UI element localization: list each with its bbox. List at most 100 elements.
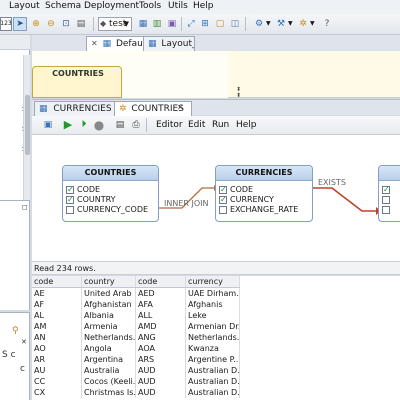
entity-partial-column[interactable] <box>379 195 400 205</box>
tab-layout[interactable]: ▦ Layout_ <box>143 36 195 52</box>
table-cell[interactable]: CX <box>32 387 82 398</box>
table-cell[interactable]: Australia <box>82 365 136 376</box>
inner-join-label[interactable]: INNER JOIN <box>164 199 208 208</box>
close-icon[interactable]: ✕ <box>21 338 27 346</box>
table-cell[interactable]: Australian D... <box>186 387 240 398</box>
entity-currencies-column[interactable]: ✓ CODE <box>216 185 312 195</box>
query-menu-help[interactable]: Help <box>236 120 257 130</box>
table-cell[interactable]: Kwanza <box>186 343 240 354</box>
table-cell[interactable]: ARS <box>136 354 186 365</box>
table-cell[interactable]: Argentine P... <box>186 354 240 365</box>
entity-currencies-column[interactable]: ✓ CURRENCY <box>216 195 312 205</box>
menu-help[interactable]: Help <box>193 1 214 11</box>
checkbox-checked-icon[interactable]: ✓ <box>382 186 390 194</box>
table-cell[interactable]: AED <box>136 288 186 299</box>
query-menu-run[interactable]: Run <box>212 120 229 130</box>
print-icon[interactable]: ⎙ <box>129 118 143 132</box>
table-row[interactable]: AU Australia AUD Australian D... <box>32 365 240 376</box>
table-cell[interactable]: AL <box>32 310 82 321</box>
zoom-fit-icon[interactable]: ⊡ <box>59 17 73 31</box>
entity-partial-column[interactable]: ✓ <box>379 185 400 195</box>
table-cell[interactable]: Afghanis <box>186 299 240 310</box>
table-cell[interactable]: United Arab ... <box>82 288 136 299</box>
query-menu-edit[interactable]: Edit <box>188 120 205 130</box>
checkbox-checked-icon[interactable]: ✓ <box>66 196 74 204</box>
query-diagram[interactable]: INNER JOIN EXISTS COUNTRIES ✓ CODE ✓ COU… <box>32 135 400 261</box>
table-cell[interactable]: AF <box>32 299 82 310</box>
checkbox-unchecked-icon[interactable] <box>382 196 390 204</box>
save-icon[interactable]: ▤ <box>113 118 127 132</box>
chevron-down-icon[interactable]: ▼ <box>288 20 293 27</box>
table-cell[interactable]: Albania <box>82 310 136 321</box>
table-cell[interactable]: Argentina <box>82 354 136 365</box>
table-row[interactable]: CX Christmas Is... AUD Australian D... <box>32 387 240 398</box>
print-icon[interactable]: ▤ <box>74 17 88 31</box>
note-icon[interactable]: ▢ <box>213 17 227 31</box>
checkbox-checked-icon[interactable]: ✓ <box>219 196 227 204</box>
zoom-in-icon[interactable]: ⊕ <box>29 17 43 31</box>
table-row[interactable]: AE United Arab ... AED UAE Dirham... <box>32 288 240 299</box>
stop-icon[interactable]: ● <box>92 118 106 132</box>
comment-icon[interactable]: ◫ <box>228 17 242 31</box>
grid-icon[interactable]: ⊞ <box>198 17 212 31</box>
entity-countries[interactable]: COUNTRIES ✓ CODE ✓ COUNTRY CURRENCY_CODE <box>62 165 159 222</box>
table-cell[interactable]: Leke <box>186 310 240 321</box>
table-cell[interactable]: Christmas Is... <box>82 387 136 398</box>
query-menu-editor[interactable]: Editor <box>156 120 183 130</box>
entity-partial[interactable]: ✓ <box>378 165 400 222</box>
table-cell[interactable]: AUD <box>136 387 186 398</box>
table-cell[interactable]: AUD <box>136 365 186 376</box>
table-row[interactable]: CC Cocos (Keeli... AUD Australian D... <box>32 376 240 387</box>
table-cell[interactable]: AFA <box>136 299 186 310</box>
checkbox-checked-icon[interactable]: ✓ <box>66 186 74 194</box>
table-cell[interactable]: CC <box>32 376 82 387</box>
chevron-down-icon[interactable]: ▼ <box>310 20 315 27</box>
database-select[interactable]: ◆ test ▼ <box>98 17 132 31</box>
scroll-icon[interactable]: ⬍ <box>236 92 242 99</box>
table-cell[interactable]: Angola <box>82 343 136 354</box>
table-icon[interactable]: ▦ <box>136 17 150 31</box>
tab-default[interactable]: ✕ ▦ Default <box>86 36 147 52</box>
run-step-icon[interactable]: ⏵ <box>77 118 91 132</box>
run-icon[interactable]: ▶ <box>61 118 75 132</box>
exists-join-label[interactable]: EXISTS <box>318 178 346 187</box>
entity-currencies[interactable]: CURRENCIES ✓ CODE ✓ CURRENCY EXCHANGE_RA… <box>215 165 313 222</box>
pin-icon[interactable]: ◻ <box>22 203 28 211</box>
table-row[interactable]: AR Argentina ARS Argentine P... <box>32 354 240 365</box>
table-cell[interactable]: Armenia <box>82 321 136 332</box>
table-cell[interactable]: ALL <box>136 310 186 321</box>
close-icon[interactable]: ✕ <box>177 103 184 112</box>
table-cell[interactable]: AO <box>32 343 82 354</box>
wizard-icon[interactable]: ✲ <box>296 17 310 31</box>
chevron-down-icon[interactable]: ▼ <box>266 20 271 27</box>
column-header[interactable]: code <box>32 276 82 287</box>
menu-tools[interactable]: Tools <box>139 1 161 11</box>
table-cell[interactable]: Afghanistan <box>82 299 136 310</box>
entity-currencies-column[interactable]: EXCHANGE_RATE <box>216 205 312 215</box>
table-header-row[interactable]: code country code currency <box>32 276 240 288</box>
entity-countries-column[interactable]: ✓ CODE <box>63 185 158 195</box>
table-cell[interactable]: Netherlands... <box>186 332 240 343</box>
column-header[interactable]: currency <box>186 276 240 287</box>
table-cell[interactable]: AR <box>32 354 82 365</box>
checkbox-unchecked-icon[interactable] <box>219 206 227 214</box>
entity-partial-column[interactable] <box>379 205 400 215</box>
table-cell[interactable]: Netherlands... <box>82 332 136 343</box>
schema-tools-icon[interactable]: ⚒ <box>274 17 288 31</box>
table-cell[interactable]: Australian D... <box>186 365 240 376</box>
table-cell[interactable]: Armenian Dr... <box>186 321 240 332</box>
table-cell[interactable]: AE <box>32 288 82 299</box>
table-row[interactable]: AM Armenia AMD Armenian Dr... <box>32 321 240 332</box>
close-icon[interactable]: ✕ <box>91 39 98 48</box>
table-cell[interactable]: AU <box>32 365 82 376</box>
layout-icon[interactable]: ▣ <box>165 17 179 31</box>
table-row[interactable]: AN Netherlands... ANG Netherlands... <box>32 332 240 343</box>
column-header[interactable]: country <box>82 276 136 287</box>
menu-layout[interactable]: Layout <box>9 1 40 11</box>
zoom-out-icon[interactable]: ⊖ <box>44 17 58 31</box>
table-cell[interactable]: UAE Dirham... <box>186 288 240 299</box>
zoom-badge[interactable]: 123 <box>0 17 12 31</box>
menu-schema[interactable]: Schema <box>45 1 81 11</box>
left-scrollbar[interactable] <box>23 55 30 200</box>
checkbox-unchecked-icon[interactable] <box>382 206 390 214</box>
